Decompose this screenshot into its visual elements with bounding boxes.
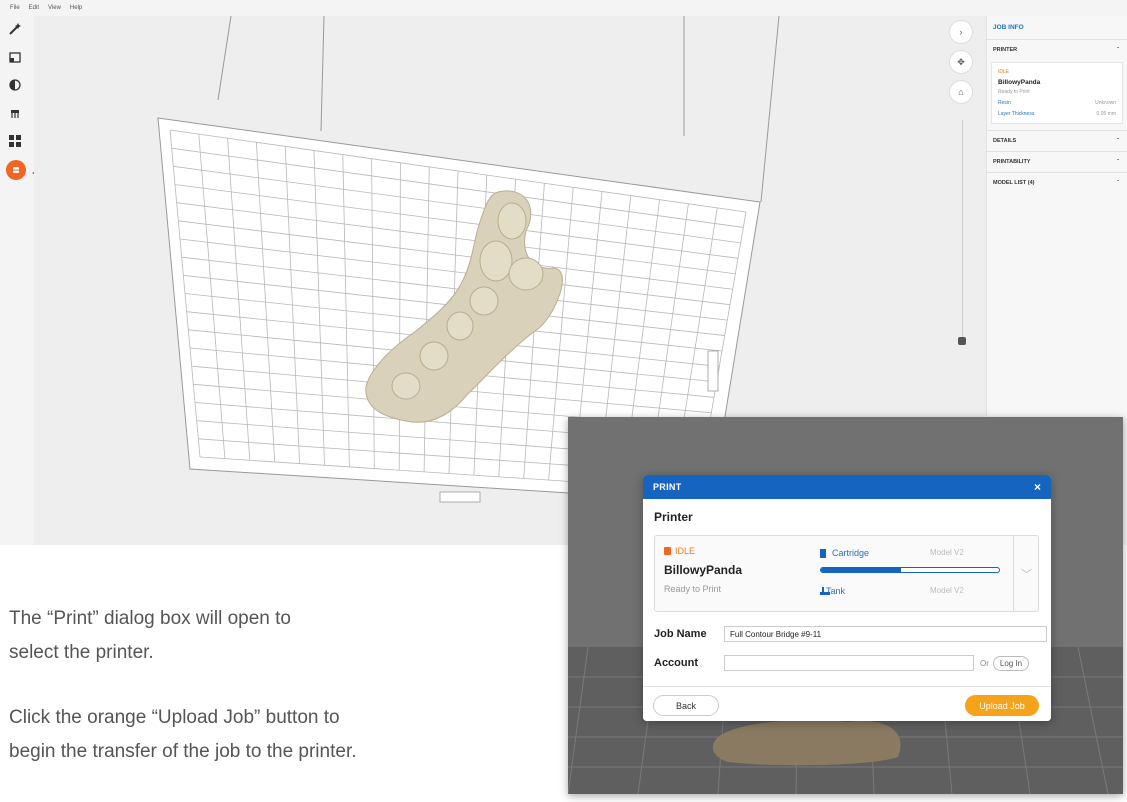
dialog-screenshot-inset: PRINT × Printer IDLE BillowyPanda Ready …: [568, 417, 1123, 794]
cartridge-icon: [820, 548, 826, 558]
card-divider: [1013, 536, 1014, 611]
menu-file[interactable]: File: [10, 5, 20, 11]
dialog-header: PRINT ×: [643, 475, 1051, 499]
job-name-label: Job Name: [654, 628, 707, 640]
or-label: Or: [980, 658, 989, 668]
account-row: Account Or Log In: [654, 655, 1030, 671]
menu-edit[interactable]: Edit: [29, 5, 39, 11]
scale-icon[interactable]: [6, 48, 24, 66]
printer-status: IDLE: [664, 546, 742, 556]
side-printer-status: IDLE: [998, 69, 1010, 75]
supports-icon[interactable]: [6, 104, 24, 122]
layer-slider-handle[interactable]: [958, 337, 966, 345]
orientation-icon[interactable]: [6, 76, 24, 94]
camera-orbit-button[interactable]: ✥: [949, 50, 973, 74]
chevron-down-icon: ˇ: [1117, 159, 1119, 165]
print-dialog: PRINT × Printer IDLE BillowyPanda Ready …: [643, 475, 1051, 721]
job-name-input[interactable]: [724, 626, 1047, 642]
printer-section-header[interactable]: PRINTER ˆ: [987, 39, 1127, 60]
menu-help[interactable]: Help: [70, 5, 82, 11]
printer-ready-text: Ready to Print: [664, 584, 722, 594]
job-name-row: Job Name: [654, 626, 1047, 642]
printer-select-card[interactable]: IDLE BillowyPanda Ready to Print Cartrid…: [654, 535, 1039, 612]
account-input[interactable]: [724, 655, 974, 671]
side-printer-ready: Ready to Print: [998, 89, 1030, 95]
model-list-section-header[interactable]: MODEL LIST (4) ˇ: [987, 172, 1127, 193]
cartridge-level-bar: [820, 567, 1000, 573]
log-in-button[interactable]: Log In: [992, 655, 1030, 671]
job-info-title: JOB INFO: [993, 24, 1024, 31]
chevron-down-icon: ˇ: [1117, 138, 1119, 144]
status-printer-icon: [664, 547, 671, 555]
printer-section-label: Printer: [654, 510, 693, 524]
left-toolbar: [6, 20, 28, 190]
side-printer-name: BillowyPanda: [998, 79, 1041, 86]
side-printer-card[interactable]: IDLE BillowyPanda Ready to Print Resin U…: [991, 62, 1123, 124]
menu-view[interactable]: View: [48, 5, 61, 11]
account-label: Account: [654, 657, 698, 669]
tank-model: Model V2: [930, 586, 964, 595]
instruction-paragraph-2: Click the orange “Upload Job” button to …: [9, 707, 357, 762]
layer-slider-track[interactable]: [962, 120, 963, 345]
instruction-paragraph-1: The “Print” dialog box will open to sele…: [9, 608, 291, 663]
close-icon[interactable]: ×: [1034, 480, 1041, 494]
side-info-row: Resin Unknown: [998, 100, 1116, 106]
cartridge-label: Cartridge: [820, 548, 1020, 558]
chevron-up-icon: ˆ: [1117, 47, 1119, 53]
cartridge-level-fill: [821, 568, 902, 572]
dialog-title: PRINT: [653, 482, 682, 492]
cartridge-model: Model V2: [930, 548, 964, 557]
tank-label: Tank: [820, 586, 845, 596]
layout-icon[interactable]: [6, 132, 24, 150]
chevron-down-icon[interactable]: ﹀: [1021, 566, 1032, 582]
upload-job-button[interactable]: Upload Job: [965, 695, 1039, 716]
dialog-footer: Back Upload Job: [643, 686, 1051, 721]
view-controls: › ✥ ⌂: [948, 20, 974, 110]
side-info-row: Layer Thickness 0.05 mm: [998, 111, 1116, 117]
printability-section-header[interactable]: PRINTABILITY ˇ: [987, 151, 1127, 172]
chevron-down-icon: ˇ: [1117, 180, 1119, 186]
print-icon[interactable]: [6, 160, 26, 180]
printer-name: BillowyPanda: [664, 563, 743, 577]
menu-bar: File Edit View Help: [0, 0, 1127, 16]
details-section-header[interactable]: DETAILS ˇ: [987, 130, 1127, 151]
magic-wand-icon[interactable]: [6, 20, 24, 38]
back-button[interactable]: Back: [653, 695, 719, 716]
home-view-button[interactable]: ⌂: [949, 80, 973, 104]
collapse-panel-button[interactable]: ›: [949, 20, 973, 44]
job-info-panel: JOB INFO PRINTER ˆ IDLE BillowyPanda Read…: [986, 16, 1127, 416]
